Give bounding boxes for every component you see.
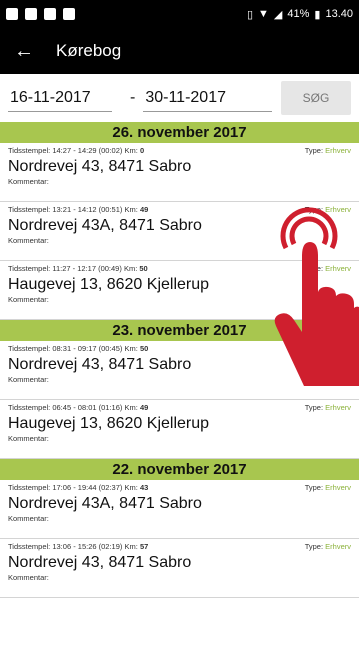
comment-label: Kommentar: [8, 573, 49, 582]
entry-meta: Tidsstempel: 17:06 - 19:44 (02:37) Km: 4… [8, 483, 351, 492]
type-line: Type: Erhverv [305, 146, 351, 155]
search-button[interactable]: SØG [281, 81, 351, 115]
km-value: 50 [139, 264, 148, 273]
battery-icon: ▮ [314, 8, 321, 21]
facebook-icon [25, 8, 37, 20]
status-right: ▯ ▼ ◢ 41% ▮ 13.40 [247, 8, 353, 21]
timestamp-line: Tidsstempel: 13:21 - 14:12 (00:51) Km: 4… [8, 205, 148, 214]
km-value: 49 [139, 403, 149, 412]
km-label: Km: [124, 403, 138, 412]
notification-icon [6, 8, 18, 20]
to-date-field[interactable]: 30-11-2017 [143, 85, 273, 112]
km-value: 0 [139, 146, 145, 155]
clock: 13.40 [325, 8, 353, 20]
timestamp-line: Tidsstempel: 08:31 - 09:17 (00:45) Km: 5… [8, 344, 148, 353]
timestamp-line: Tidsstempel: 13:06 - 15:26 (02:19) Km: 5… [8, 542, 148, 551]
status-bar: ▯ ▼ ◢ 41% ▮ 13.40 [0, 0, 359, 28]
trip-entry[interactable]: Tidsstempel: 17:06 - 19:44 (02:37) Km: 4… [0, 480, 359, 539]
trip-entry[interactable]: Tidsstempel: 14:27 - 14:29 (00:02) Km: 0… [0, 143, 359, 202]
date-filter: 16-11-2017 - 30-11-2017 SØG [0, 74, 359, 122]
km-value: 50 [139, 344, 149, 353]
address: Nordrevej 43, 8471 Sabro [8, 158, 192, 175]
timestamp-line: Tidsstempel: 06:45 - 08:01 (01:16) Km: 4… [8, 403, 148, 412]
wifi-icon: ▼ [258, 8, 269, 20]
timestamp-label: Tidsstempel: [8, 344, 51, 353]
timestamp-label: Tidsstempel: [8, 146, 51, 155]
page-title: Kørebog [56, 41, 122, 60]
timestamp-value: 17:06 - 19:44 (02:37) [52, 483, 123, 492]
timestamp-value: 13:21 - 14:12 (00:51) [52, 205, 123, 214]
km-label: Km: [124, 205, 138, 214]
km-value: 57 [139, 542, 149, 551]
tap-hand-icon [274, 207, 359, 386]
type-value: Erhverv [325, 146, 351, 155]
day-header: 26. november 2017 [0, 122, 359, 143]
timestamp-value: 14:27 - 14:29 (00:02) [52, 146, 123, 155]
km-label: Km: [124, 483, 138, 492]
from-date-field[interactable]: 16-11-2017 [8, 85, 112, 112]
type-line: Type: Erhverv [305, 403, 351, 412]
address: Haugevej 13, 8620 Kjellerup [8, 415, 210, 432]
type-label: Type: [304, 403, 324, 412]
vibrate-icon: ▯ [246, 8, 254, 21]
type-line: Type: Erhverv [305, 483, 351, 492]
notification-icons [6, 8, 75, 20]
entry-meta: Tidsstempel: 14:27 - 14:29 (00:02) Km: 0… [8, 146, 351, 155]
date-separator: - [130, 89, 136, 106]
entry-meta: Tidsstempel: 06:45 - 08:01 (01:16) Km: 4… [8, 403, 351, 412]
day-header: 22. november 2017 [0, 459, 359, 480]
km-label: Km: [124, 542, 138, 551]
timestamp-label: Tidsstempel: [8, 403, 51, 412]
comment-label: Kommentar: [8, 434, 49, 443]
address: Nordrevej 43A, 8471 Sabro [8, 495, 202, 512]
type-value: Erhverv [325, 483, 351, 492]
km-value: 43 [139, 483, 149, 492]
timestamp-line: Tidsstempel: 17:06 - 19:44 (02:37) Km: 4… [8, 483, 148, 492]
timestamp-value: 11:27 - 12:17 (00:49) [52, 264, 122, 273]
type-label: Type: [304, 542, 324, 551]
timestamp-label: Tidsstempel: [8, 205, 51, 214]
timestamp-label: Tidsstempel: [8, 542, 51, 551]
type-value: Erhverv [325, 542, 351, 551]
timestamp-value: 13:06 - 15:26 (02:19) [52, 542, 123, 551]
trip-entry[interactable]: Tidsstempel: 13:06 - 15:26 (02:19) Km: 5… [0, 539, 359, 598]
type-label: Type: [304, 146, 324, 155]
timestamp-line: Tidsstempel: 14:27 - 14:29 (00:02) Km: 0 [8, 146, 144, 155]
timestamp-label: Tidsstempel: [8, 483, 51, 492]
timestamp-value: 08:31 - 09:17 (00:45) [52, 344, 123, 353]
trip-entry[interactable]: Tidsstempel: 06:45 - 08:01 (01:16) Km: 4… [0, 400, 359, 459]
back-arrow-icon[interactable]: ← [14, 40, 42, 63]
image-icon [63, 8, 75, 20]
comment-label: Kommentar: [8, 177, 49, 186]
battery-percent: 41% [287, 8, 310, 20]
comment-label: Kommentar: [8, 514, 49, 523]
km-value: 49 [139, 205, 149, 214]
message-icon [44, 8, 56, 20]
timestamp-value: 06:45 - 08:01 (01:16) [52, 403, 123, 412]
address: Nordrevej 43, 8471 Sabro [8, 554, 192, 571]
type-label: Type: [304, 483, 324, 492]
type-value: Erhverv [325, 403, 351, 412]
entry-meta: Tidsstempel: 13:06 - 15:26 (02:19) Km: 5… [8, 542, 351, 551]
timestamp-line: Tidsstempel: 11:27 - 12:17 (00:49) Km: 5… [8, 264, 148, 273]
km-label: Km: [124, 146, 138, 155]
km-label: Km: [124, 344, 138, 353]
signal-icon: ◢ [273, 8, 283, 21]
app-bar: ← Kørebog [0, 28, 359, 74]
timestamp-label: Tidsstempel: [8, 264, 51, 273]
km-label: Km: [123, 264, 138, 273]
type-line: Type: Erhverv [305, 542, 351, 551]
